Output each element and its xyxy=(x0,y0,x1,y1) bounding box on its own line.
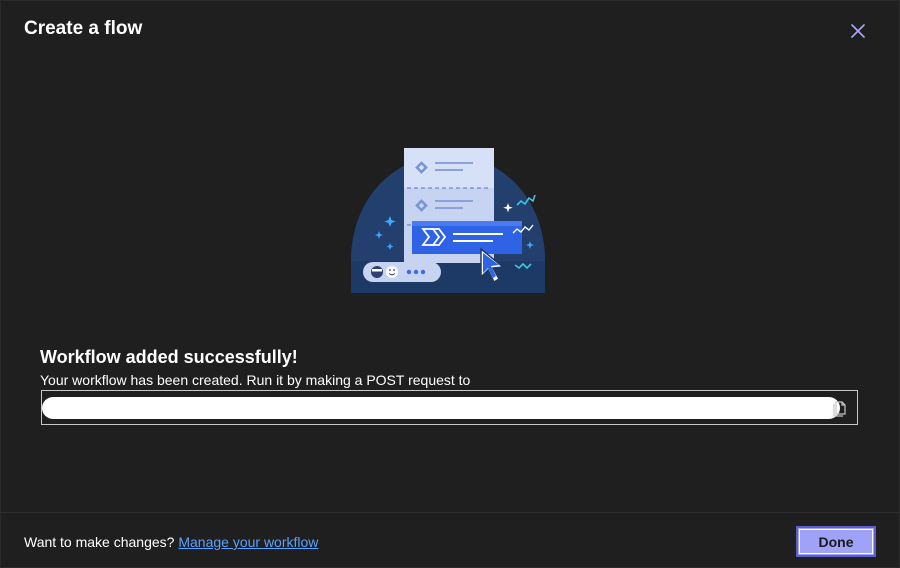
footer-prompt-text: Want to make changes? xyxy=(24,534,179,550)
close-button[interactable] xyxy=(847,20,869,42)
footer-prompt: Want to make changes? Manage your workfl… xyxy=(24,534,318,550)
dialog-title: Create a flow xyxy=(24,18,143,39)
post-url-input[interactable] xyxy=(42,391,838,424)
success-description: Your workflow has been created. Run it b… xyxy=(40,372,471,388)
copy-button[interactable] xyxy=(831,399,849,417)
workflow-illustration xyxy=(345,143,551,293)
copy-icon xyxy=(833,401,846,417)
footer-divider xyxy=(1,512,899,513)
close-icon xyxy=(851,24,865,38)
post-url-field[interactable] xyxy=(41,390,858,425)
done-button[interactable]: Done xyxy=(796,526,876,557)
manage-workflow-link[interactable]: Manage your workflow xyxy=(178,534,318,550)
create-flow-dialog: Create a flow Workflow added successfull… xyxy=(0,0,900,568)
success-heading: Workflow added successfully! xyxy=(40,347,298,367)
